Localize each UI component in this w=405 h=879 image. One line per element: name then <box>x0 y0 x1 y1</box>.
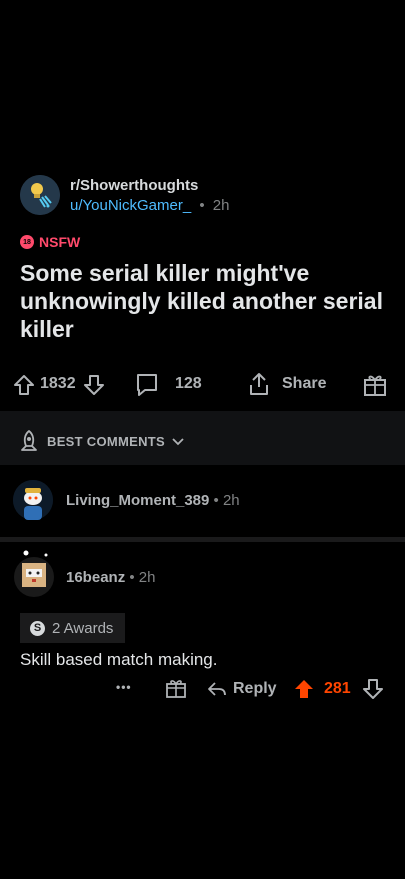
post-age: 2h <box>212 197 230 214</box>
comment-age: • 2h <box>129 569 156 586</box>
share-button[interactable] <box>246 371 272 397</box>
comment-downvote-button[interactable] <box>361 677 385 701</box>
nsfw-label: NSFW <box>39 234 81 250</box>
comment-author-name[interactable]: Living_Moment_389 <box>66 492 209 509</box>
sort-label: BEST COMMENTS <box>47 433 166 449</box>
chevron-down-icon <box>172 438 184 446</box>
downvote-button[interactable] <box>82 373 106 397</box>
silver-award-icon: S <box>30 620 45 636</box>
downvote-arrow-icon <box>84 375 104 395</box>
comment-upvote-button[interactable] <box>292 677 316 701</box>
nsfw-18-icon: 18 <box>20 235 34 249</box>
post-meta: u/YouNickGamer_ • 2h <box>70 197 229 214</box>
post-title[interactable]: Some serial killer might've unknowingly … <box>20 259 385 343</box>
post-header: r/Showerthoughts u/YouNickGamer_ • 2h <box>20 175 390 217</box>
comment-sort-bar: BEST COMMENTS <box>0 411 405 465</box>
comment-score: 281 <box>324 680 351 697</box>
subreddit-name[interactable]: r/Showerthoughts <box>70 177 198 194</box>
awards-label: 2 Awards <box>52 619 114 637</box>
comment-award-button[interactable] <box>165 677 187 699</box>
comment-action-bar: ••• Reply 281 <box>0 676 405 702</box>
gift-icon <box>166 680 186 698</box>
comment-body: Skill based match making. <box>20 650 218 669</box>
share-icon <box>250 373 268 395</box>
downvote-arrow-icon <box>363 679 383 699</box>
subreddit-icon[interactable] <box>20 175 60 215</box>
reply-button[interactable]: Reply <box>206 678 277 700</box>
comment-bubble-icon <box>137 374 157 396</box>
nsfw-tag: 18 NSFW <box>20 234 80 250</box>
avatar[interactable] <box>14 549 56 602</box>
comment-divider <box>0 537 405 542</box>
post-action-bar: 1832 128 Share <box>0 365 405 405</box>
comment-author[interactable]: Living_Moment_389 • 2h <box>66 492 240 509</box>
meta-separator: • <box>199 197 205 214</box>
sort-dropdown[interactable]: BEST COMMENTS <box>17 429 185 453</box>
awards-badge[interactable]: S 2 Awards <box>20 613 126 643</box>
reply-label: Reply <box>233 680 277 697</box>
comment-author[interactable]: 16beanz • 2h <box>66 569 155 586</box>
post-author[interactable]: u/YouNickGamer_ <box>70 197 191 214</box>
comment-age: • 2h <box>213 492 240 509</box>
comments-button[interactable] <box>134 372 160 398</box>
more-options-button[interactable]: ••• <box>116 680 132 694</box>
avatar[interactable] <box>13 480 53 520</box>
share-label[interactable]: Share <box>282 375 326 393</box>
comment-author-name[interactable]: 16beanz <box>66 569 125 586</box>
upvote-arrow-icon <box>14 375 34 395</box>
upvote-button[interactable] <box>12 373 36 397</box>
award-button[interactable] <box>362 372 388 398</box>
comment-count[interactable]: 128 <box>175 375 202 393</box>
upvote-filled-icon <box>295 680 313 698</box>
comment-item[interactable]: Living_Moment_389 • 2h <box>0 467 405 537</box>
gift-icon <box>364 375 386 396</box>
reply-arrow-icon <box>208 682 226 696</box>
vote-count: 1832 <box>40 375 76 392</box>
rocket-icon <box>21 430 37 451</box>
